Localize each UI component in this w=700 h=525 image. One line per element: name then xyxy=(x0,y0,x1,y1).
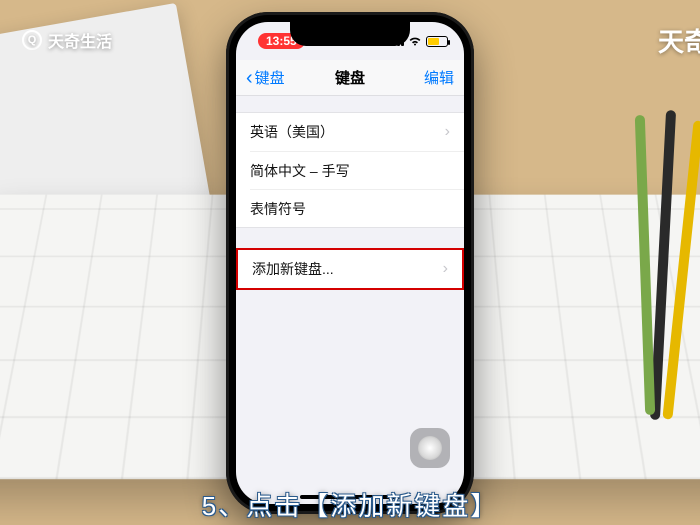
nav-bar: ‹ 键盘 键盘 编辑 xyxy=(236,60,464,96)
row-label: 添加新键盘... xyxy=(252,259,334,279)
edit-button[interactable]: 编辑 xyxy=(424,67,454,88)
keyboard-row-chinese-handwriting[interactable]: 简体中文 – 手写 xyxy=(250,151,464,189)
phone-frame: 13:55 ‹ 键盘 键盘 编辑 英语（美国） › 简体中文 xyxy=(226,12,474,514)
keyboard-row-emoji[interactable]: 表情符号 xyxy=(250,189,464,227)
chevron-right-icon: › xyxy=(443,260,448,278)
back-button[interactable]: ‹ 键盘 xyxy=(246,67,285,88)
phone-screen: 13:55 ‹ 键盘 键盘 编辑 英语（美国） › 简体中文 xyxy=(236,22,464,504)
assistive-touch-icon xyxy=(418,436,442,460)
watermark-text: 天奇生活 xyxy=(48,28,112,52)
page-title: 键盘 xyxy=(335,67,365,88)
settings-content: 英语（美国） › 简体中文 – 手写 表情符号 添加新键盘... › xyxy=(236,96,464,290)
instruction-caption: 5、点击【添加新键盘】 xyxy=(202,486,498,523)
keyboards-group: 英语（美国） › 简体中文 – 手写 表情符号 xyxy=(236,112,464,228)
assistive-touch-button[interactable] xyxy=(410,428,450,468)
logo-icon: Q xyxy=(22,30,42,50)
keyboard-row-english[interactable]: 英语（美国） › xyxy=(236,113,464,151)
back-label: 键盘 xyxy=(255,67,285,88)
add-keyboard-row[interactable]: 添加新键盘... › xyxy=(238,250,462,288)
notch xyxy=(290,22,410,46)
wifi-icon xyxy=(408,36,422,46)
watermark-right: 天奇 xyxy=(658,22,700,59)
row-label: 英语（美国） xyxy=(250,122,334,142)
chevron-left-icon: ‹ xyxy=(246,68,253,88)
add-keyboard-group: 添加新键盘... › xyxy=(236,248,464,290)
watermark-left: Q 天奇生活 xyxy=(22,28,112,52)
row-label: 表情符号 xyxy=(250,199,306,219)
chevron-right-icon: › xyxy=(445,123,450,141)
row-label: 简体中文 – 手写 xyxy=(250,161,350,181)
battery-icon xyxy=(426,36,448,47)
